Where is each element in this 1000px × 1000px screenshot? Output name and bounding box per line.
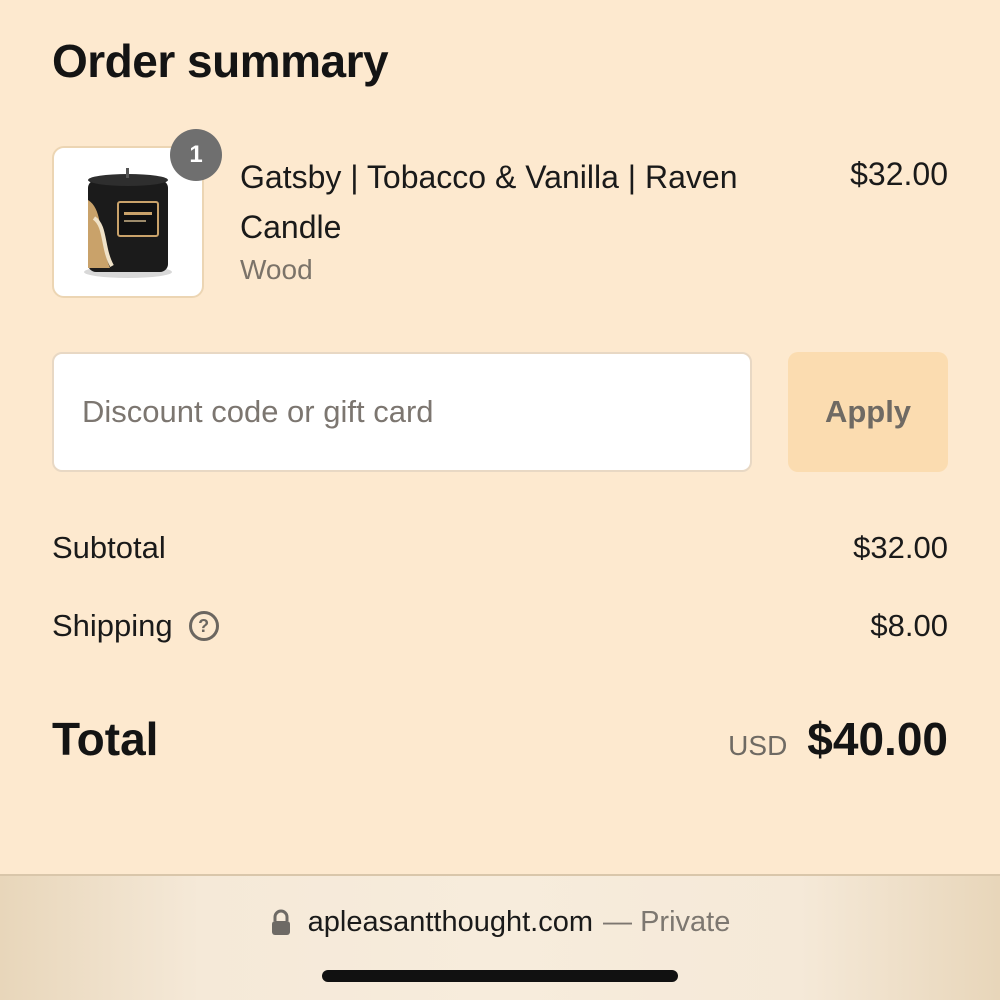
shipping-value: $8.00 xyxy=(870,608,948,643)
apply-button[interactable]: Apply xyxy=(788,352,948,472)
product-name: Gatsby | Tobacco & Vanilla | Raven Candl… xyxy=(240,159,738,245)
discount-code-input[interactable] xyxy=(52,352,752,472)
shipping-label: Shipping xyxy=(52,608,173,643)
page-title: Order summary xyxy=(52,35,389,87)
private-mode-label: — Private xyxy=(603,906,731,938)
site-domain: apleasantthought.com xyxy=(307,906,594,938)
subtotal-row-label: Subtotal xyxy=(52,530,166,566)
currency-code: USD xyxy=(728,730,788,761)
quantity-badge: 1 xyxy=(170,129,222,181)
total-label: Total xyxy=(52,713,159,765)
subtotal-label: Subtotal xyxy=(52,530,166,565)
browser-address-bar[interactable]: apleasantthought.com — Private xyxy=(0,874,1000,1000)
lock-icon xyxy=(271,909,290,935)
product-price: $32.00 xyxy=(850,156,948,192)
url-display[interactable]: apleasantthought.com — Private xyxy=(0,906,1000,939)
product-variant: Wood xyxy=(240,254,313,285)
total-amount: $40.00 xyxy=(807,713,948,765)
subtotal-value: $32.00 xyxy=(853,530,948,565)
question-circle-icon[interactable]: ? xyxy=(188,611,219,641)
shipping-row-label: Shipping ? xyxy=(52,608,219,644)
total-amount-group: USD $40.00 xyxy=(728,712,948,766)
checkout-page: Order summary 1 Gatsby | Tobacco & Vanil… xyxy=(0,0,1000,1000)
home-indicator[interactable] xyxy=(322,970,678,982)
